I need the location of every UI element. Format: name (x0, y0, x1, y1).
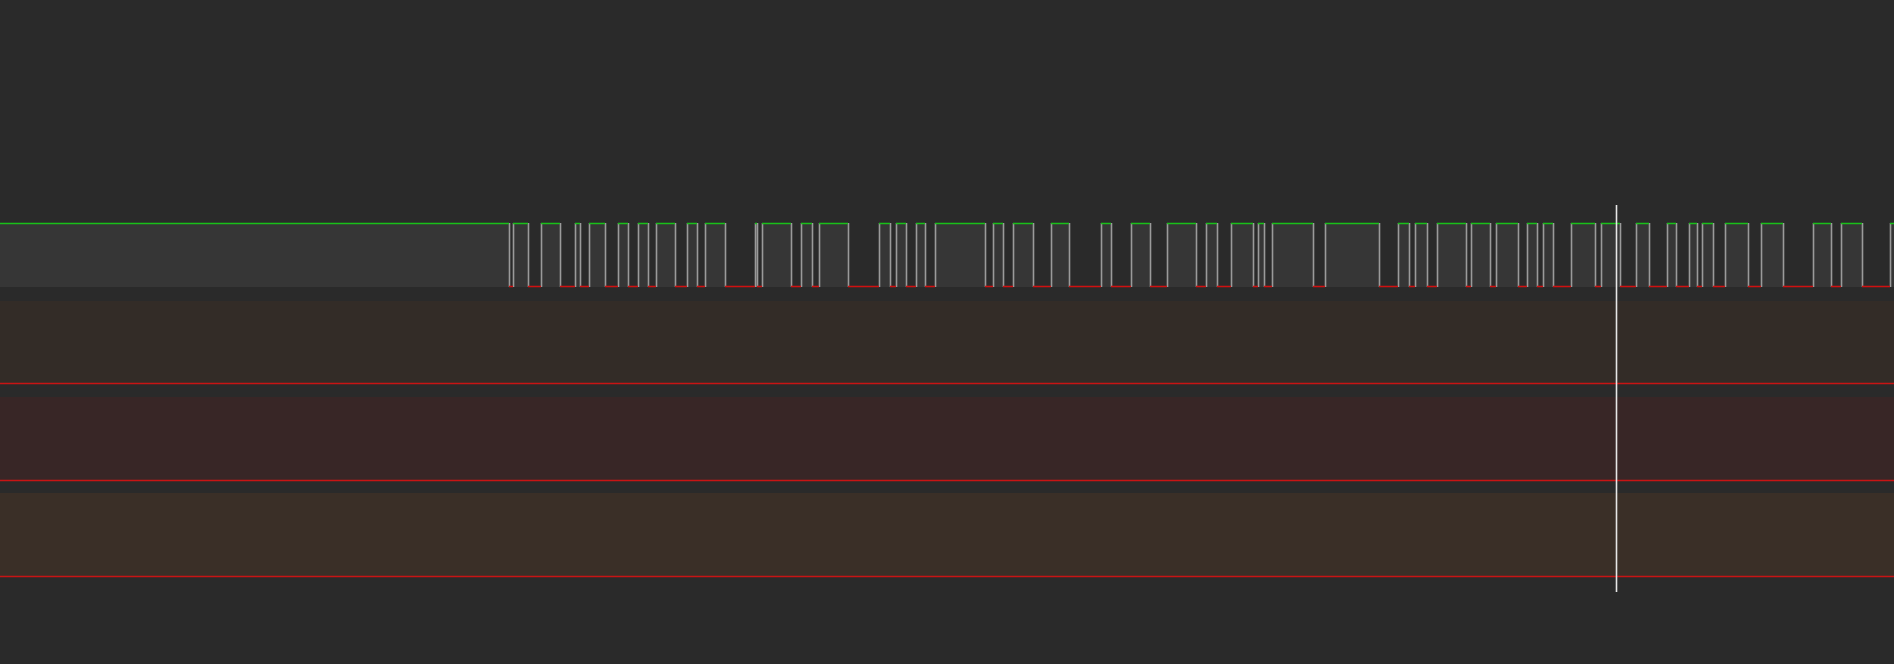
digital-high-pulse (1272, 223, 1313, 287)
digital-high-pulse (1761, 223, 1783, 287)
digital-pulse-group (0, 223, 1894, 287)
digital-high-pulse (1101, 223, 1111, 287)
digital-high-pulse (1167, 223, 1196, 287)
digital-high-pulse (1725, 223, 1748, 287)
digital-high-pulse (1398, 223, 1409, 287)
digital-high-pulse (687, 223, 697, 287)
digital-high-pulse (993, 223, 1003, 287)
digital-high-pulse (1527, 223, 1537, 287)
digital-high-pulse (1131, 223, 1150, 287)
analog-channel-lane-2 (0, 397, 1894, 480)
digital-high-pulse (1813, 223, 1831, 287)
digital-high-pulse (589, 223, 605, 287)
digital-high-pulse (1437, 223, 1466, 287)
digital-high-pulse (879, 223, 890, 287)
digital-high-pulse (656, 223, 675, 287)
analog-channel-lane-3 (0, 493, 1894, 576)
analog-channel-lane-1 (0, 301, 1894, 383)
digital-high-pulse (1636, 223, 1649, 287)
digital-high-pulse (1325, 223, 1379, 287)
digital-high-pulse (618, 223, 628, 287)
digital-high-pulse (1496, 223, 1518, 287)
digital-high-pulse (638, 223, 648, 287)
analog-channel-lanes (0, 301, 1894, 578)
digital-high-pulse (0, 223, 509, 287)
digital-high-pulse (1051, 223, 1069, 287)
digital-high-pulse (762, 223, 791, 287)
waveform-viewer (0, 0, 1894, 664)
digital-high-pulse (1471, 223, 1490, 287)
digital-high-pulse (1543, 223, 1553, 287)
digital-high-pulse (935, 223, 985, 287)
digital-high-pulse (1415, 223, 1427, 287)
digital-high-pulse (541, 223, 560, 287)
digital-high-pulse (801, 223, 812, 287)
digital-high-pulse (705, 223, 725, 287)
digital-high-pulse (1571, 223, 1595, 287)
digital-high-pulse (896, 223, 906, 287)
waveform-canvas (0, 205, 1894, 592)
digital-high-pulse (916, 223, 925, 287)
digital-high-pulse (1667, 223, 1676, 287)
digital-high-pulse (819, 223, 848, 287)
timeline-track-area[interactable] (0, 0, 1894, 664)
digital-high-pulse (1013, 223, 1033, 287)
digital-high-pulse (1206, 223, 1217, 287)
digital-high-pulse (1841, 223, 1862, 287)
digital-high-pulse (1231, 223, 1253, 287)
digital-high-pulse (513, 223, 528, 287)
digital-high-pulse (1702, 223, 1713, 287)
